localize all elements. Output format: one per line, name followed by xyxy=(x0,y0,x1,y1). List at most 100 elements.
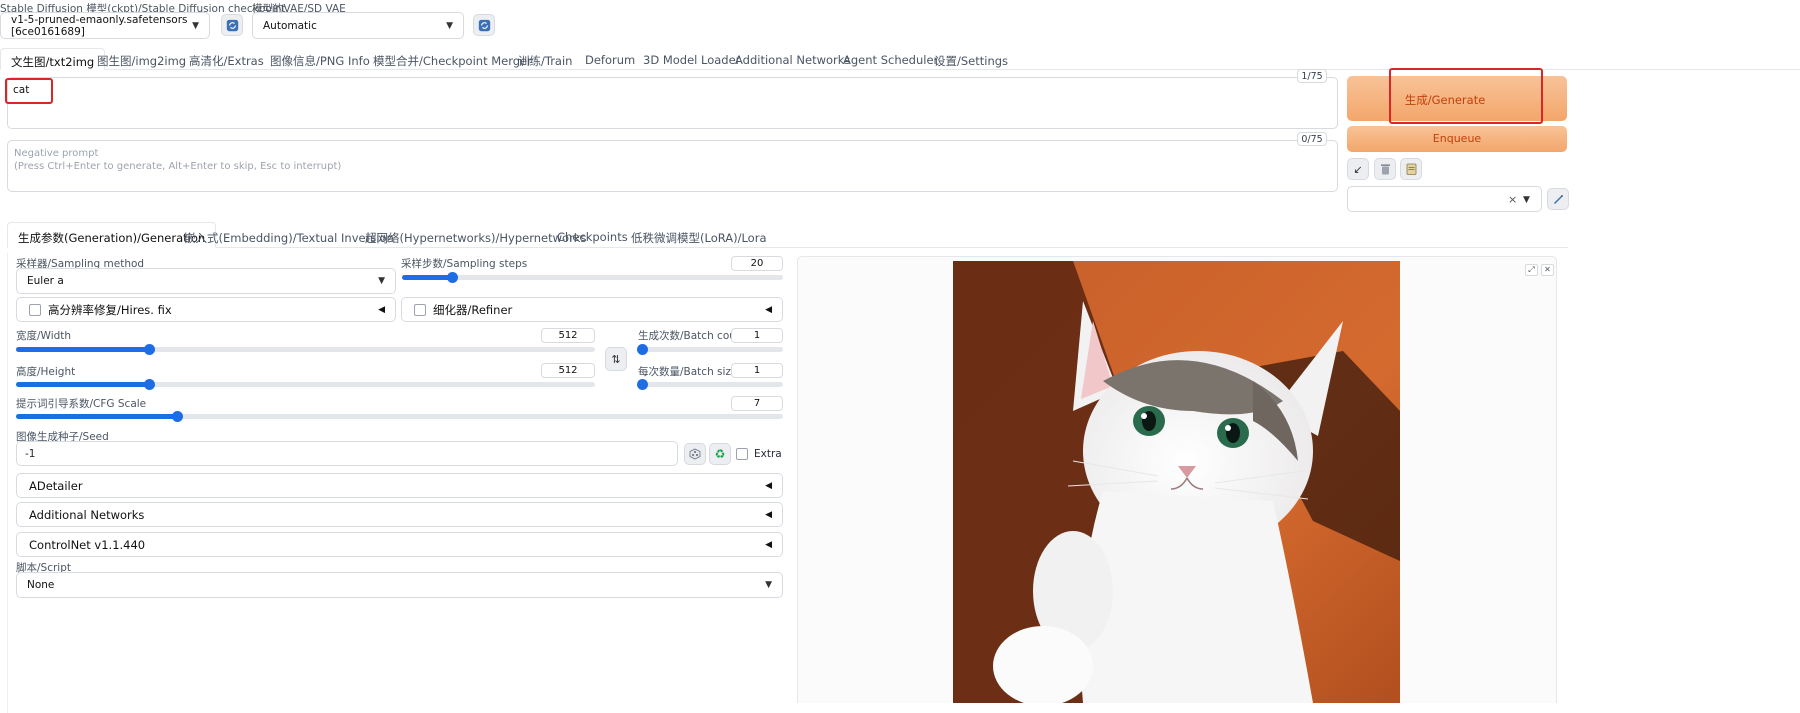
adetailer-accordion[interactable]: ADetailer ◀ xyxy=(16,473,783,498)
sampling-steps-input[interactable]: 20 xyxy=(731,256,783,271)
refiner-checkbox[interactable] xyxy=(414,303,426,316)
subtab-lora[interactable]: 低秩微调模型(LoRA)/Lora xyxy=(631,230,767,246)
random-seed-button[interactable] xyxy=(684,443,706,465)
tab-img2img[interactable]: 图生图/img2img xyxy=(97,53,186,69)
slider-fill xyxy=(16,382,150,387)
height-input[interactable]: 512 xyxy=(541,363,595,378)
trash-icon xyxy=(1380,164,1390,175)
chevron-down-icon: ▼ xyxy=(1523,195,1530,205)
tab-train[interactable]: 训练/Train xyxy=(518,53,572,69)
seed-extra-label: Extra xyxy=(754,448,782,460)
swap-dimensions-button[interactable]: ⇅ xyxy=(605,347,627,371)
tab-checkpoint-merger[interactable]: 模型合并/Checkpoint Merger xyxy=(373,53,532,69)
pencil-icon xyxy=(1554,195,1563,204)
tab-png-info[interactable]: 图像信息/PNG Info xyxy=(270,53,370,69)
collapse-left-icon: ◀ xyxy=(765,539,772,550)
sampling-steps-label: 采样步数/Sampling steps xyxy=(401,258,528,270)
generate-label: 生成/Generate xyxy=(1404,93,1486,107)
height-label: 高度/Height xyxy=(16,366,76,378)
batch-count-slider[interactable] xyxy=(637,344,783,355)
extra-networks-button[interactable] xyxy=(1400,158,1422,180)
cfg-scale-input[interactable]: 7 xyxy=(731,396,783,411)
batch-size-input[interactable]: 1 xyxy=(731,363,783,378)
clear-styles-icon[interactable]: × xyxy=(1508,193,1517,206)
clear-prompt-button[interactable] xyxy=(1374,158,1396,180)
seed-input[interactable]: -1 xyxy=(16,441,678,466)
subtab-hypernetworks[interactable]: 超网络(Hypernetworks)/Hypernetworks xyxy=(365,230,586,246)
refresh-vae-button[interactable] xyxy=(473,14,495,36)
collapse-left-icon: ◀ xyxy=(765,480,772,491)
width-label: 宽度/Width xyxy=(16,330,72,342)
script-select[interactable]: None ▼ xyxy=(16,572,783,598)
checkpoint-select[interactable]: v1-5-pruned-emaonly.safetensors [6ce0161… xyxy=(0,12,210,39)
controlnet-accordion[interactable]: ControlNet v1.1.440 ◀ xyxy=(16,532,783,557)
enqueue-label: Enqueue xyxy=(1432,132,1482,145)
generation-subtabs: 生成参数(Generation)/Generation 嵌入式(Embeddin… xyxy=(7,222,1568,248)
vae-value: Automatic xyxy=(263,19,317,32)
generated-image[interactable] xyxy=(953,261,1400,703)
prompt-text: cat xyxy=(13,84,30,96)
tab-deforum[interactable]: Deforum xyxy=(585,53,635,67)
collapse-left-icon: ◀ xyxy=(765,304,772,315)
chevron-down-icon: ▼ xyxy=(192,20,199,31)
slider-thumb[interactable] xyxy=(637,379,648,390)
reuse-seed-button[interactable]: ♻ xyxy=(709,443,731,465)
adetailer-label: ADetailer xyxy=(29,478,83,493)
slider-fill xyxy=(16,347,150,352)
collapse-left-icon: ◀ xyxy=(378,304,385,315)
tab-settings[interactable]: 设置/Settings xyxy=(934,53,1008,69)
negative-token-counter: 0/75 xyxy=(1297,132,1327,146)
dice-icon xyxy=(689,448,701,460)
width-slider[interactable] xyxy=(16,344,595,355)
subtab-textual-inversion[interactable]: 嵌入式(Embedding)/Textual Inversion xyxy=(184,230,394,246)
chevron-down-icon: ▼ xyxy=(765,580,772,590)
refresh-icon xyxy=(226,19,238,31)
script-value: None xyxy=(27,579,55,591)
tab-agent-scheduler[interactable]: Agent Scheduler xyxy=(843,53,938,67)
main-tabs: 文生图/txt2img 图生图/img2img 高清化/Extras 图像信息/… xyxy=(0,48,1800,70)
additional-networks-accordion[interactable]: Additional Networks ◀ xyxy=(16,502,783,527)
clipboard-icon xyxy=(1406,163,1416,175)
sampling-steps-slider[interactable] xyxy=(402,272,783,283)
seed-extra-toggle[interactable]: Extra xyxy=(736,448,782,460)
paste-params-button[interactable]: ↙ xyxy=(1347,158,1369,180)
vae-select[interactable]: Automatic ▼ xyxy=(252,12,464,39)
subtabs-divider xyxy=(7,247,1568,248)
sampling-method-select[interactable]: Euler a ▼ xyxy=(16,268,396,294)
slider-thumb[interactable] xyxy=(637,344,648,355)
tab-additional-networks[interactable]: Additional Networks xyxy=(735,53,850,67)
height-slider[interactable] xyxy=(16,379,595,390)
seed-extra-checkbox[interactable] xyxy=(736,448,748,460)
collapse-left-icon: ◀ xyxy=(765,509,772,520)
slider-fill xyxy=(16,414,178,419)
slider-thumb[interactable] xyxy=(172,411,184,422)
batch-size-slider[interactable] xyxy=(637,379,783,390)
additional-networks-label: Additional Networks xyxy=(29,507,145,522)
gallery-maximize-icon[interactable]: ⤢ xyxy=(1525,264,1538,276)
cfg-scale-slider[interactable] xyxy=(16,411,783,422)
batch-count-input[interactable]: 1 xyxy=(731,328,783,343)
refresh-icon xyxy=(478,19,490,31)
chevron-down-icon: ▼ xyxy=(446,20,453,31)
tab-3d-model-loader[interactable]: 3D Model Loader xyxy=(643,53,740,67)
width-input[interactable]: 512 xyxy=(541,328,595,343)
batch-size-label: 每次数量/Batch size xyxy=(638,366,738,378)
tab-extras[interactable]: 高清化/Extras xyxy=(189,53,264,69)
subtab-checkpoints[interactable]: Checkpoints xyxy=(557,230,628,244)
sampling-method-value: Euler a xyxy=(27,275,64,287)
refiner-accordion[interactable]: 细化器/Refiner ◀ xyxy=(401,297,783,322)
edit-styles-button[interactable] xyxy=(1547,188,1569,210)
enqueue-button[interactable]: Enqueue xyxy=(1347,126,1567,152)
prompt-textarea[interactable] xyxy=(7,77,1338,129)
cat-image xyxy=(953,261,1400,703)
slider-thumb[interactable] xyxy=(446,272,458,283)
styles-select[interactable]: × ▼ xyxy=(1347,186,1542,212)
refresh-checkpoint-button[interactable] xyxy=(221,14,243,36)
hires-fix-accordion[interactable]: 高分辨率修复/Hires. fix ◀ xyxy=(16,297,396,322)
arrow-down-left-icon: ↙ xyxy=(1353,162,1363,176)
hires-fix-checkbox[interactable] xyxy=(29,303,41,316)
checkpoint-value: v1-5-pruned-emaonly.safetensors [6ce0161… xyxy=(11,13,188,38)
gallery-close-icon[interactable]: ✕ xyxy=(1541,264,1554,276)
tab-txt2img[interactable]: 文生图/txt2img xyxy=(0,48,106,70)
hires-fix-label: 高分辨率修复/Hires. fix xyxy=(48,302,172,317)
